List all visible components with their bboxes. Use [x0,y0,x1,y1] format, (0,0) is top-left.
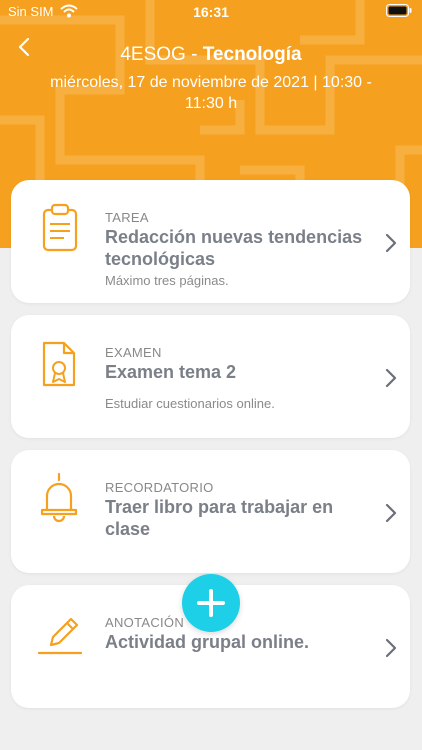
add-button[interactable] [182,574,240,632]
card-title: Examen tema 2 [105,362,237,382]
card-type: RECORDATORIO [105,480,214,495]
plus-icon [197,589,225,617]
chevron-right-icon [385,368,397,388]
card-recordatorio[interactable]: RECORDATORIO Traer libro para trabajar e… [11,450,410,573]
clock: 16:31 [193,4,229,20]
card-type: EXAMEN [105,345,162,360]
page-title: 4ESOG - Tecnología [0,44,422,66]
card-title: Actividad grupal online. [105,632,310,652]
bell-icon [40,472,78,523]
session-datetime: miércoles, 17 de noviembre de 2021 | 10:… [50,74,372,112]
course-code: 4ESOG [120,44,186,65]
status-bar: Sin SIM 16:31 [0,0,422,24]
subject-name: Tecnología [202,44,302,65]
chevron-right-icon [385,638,397,658]
card-description: Máximo tres páginas. [105,273,229,288]
card-tarea[interactable]: TAREA Redacción nuevas tendencias tecnol… [11,180,410,303]
clipboard-icon [42,203,78,252]
card-description: Estudiar cuestionarios online. [105,396,275,411]
card-type: ANOTACIÓN [105,615,185,630]
card-type: TAREA [105,210,149,225]
certificate-icon [42,341,76,387]
title-separator: - [185,44,203,65]
battery-icon [386,4,412,17]
chevron-right-icon [385,503,397,523]
card-title: Redacción nuevas tendencias tecnológicas [105,227,363,269]
card-examen[interactable]: EXAMEN Examen tema 2 Estudiar cuestionar… [11,315,410,438]
chevron-right-icon [385,233,397,253]
pencil-icon [37,617,83,655]
card-title: Traer libro para trabajar en clase [105,497,334,539]
